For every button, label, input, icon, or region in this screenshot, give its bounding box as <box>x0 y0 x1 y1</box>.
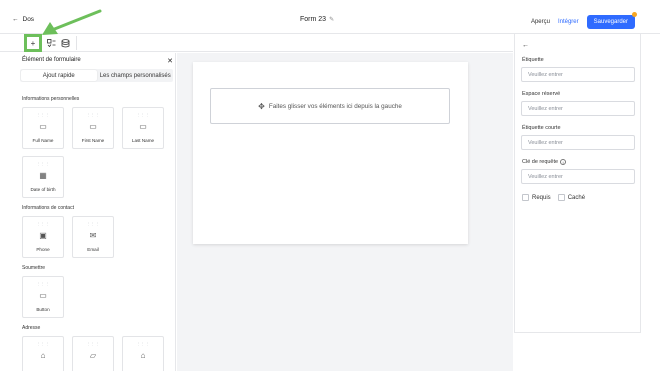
embed-link[interactable]: Intégrer <box>558 19 579 25</box>
tab-quick-add[interactable]: Ajout rapide <box>21 70 97 81</box>
save-button[interactable]: Sauvegarder <box>586 12 637 29</box>
panel-title: Élément de formulaire <box>22 57 81 63</box>
required-checkbox[interactable]: Requis <box>522 194 551 201</box>
drag-handle-icon: ⋮⋮⋮ <box>36 161 50 166</box>
form-title-text: Form 23 <box>300 16 327 23</box>
form-element-panel: Élément de formulaire ✕ Ajout rapide Les… <box>17 53 176 371</box>
checkbox-icon <box>557 194 565 201</box>
drag-handle-icon: ⋮⋮⋮ <box>86 112 100 117</box>
green-arrow-annotation <box>42 9 102 35</box>
drag-handle-icon: ⋮⋮⋮ <box>36 112 50 117</box>
name-field-icon: ▭ <box>139 122 147 131</box>
properties-panel: ← Étiquette Veuillez entrer Espace réser… <box>514 34 641 333</box>
element-full-name[interactable]: ⋮⋮⋮ ▭ Full Name <box>22 107 64 149</box>
email-icon: ✉ <box>89 231 97 240</box>
database-icon <box>61 38 69 47</box>
notification-dot <box>632 12 637 17</box>
short-label-field-label: Étiquette courte <box>522 125 561 131</box>
section-title: Informations personnelles <box>22 96 80 102</box>
building-icon: ⌂ <box>140 351 146 360</box>
hidden-label: Caché <box>567 194 586 201</box>
drag-handle-icon: ⋮⋮⋮ <box>136 341 150 346</box>
placeholder-field-label: Espace réservé <box>522 91 561 97</box>
required-label: Requis <box>532 194 551 201</box>
element-phone[interactable]: ⋮⋮⋮ ▣ Phone <box>22 216 64 258</box>
calendar-icon: ▦ <box>39 171 47 180</box>
element-first-name[interactable]: ⋮⋮⋮ ▭ First Name <box>72 107 114 149</box>
section-title: Informations de contact <box>22 205 74 211</box>
toolbar-divider <box>76 36 77 50</box>
plus-icon: + <box>30 38 36 48</box>
drop-zone-text: Faites glisser vos éléments ici depuis l… <box>268 102 402 110</box>
back-label: Dos <box>22 16 35 23</box>
info-icon[interactable]: i <box>560 159 567 165</box>
form-page: ✥ Faites glisser vos éléments ici depuis… <box>193 62 468 244</box>
drag-handle-icon: ⋮⋮⋮ <box>36 341 50 346</box>
preview-link[interactable]: Aperçu <box>531 19 550 25</box>
element-last-name[interactable]: ⋮⋮⋮ ▭ Last Name <box>122 107 164 149</box>
placeholder-input[interactable]: Veuillez entrer <box>521 101 635 116</box>
form-canvas: ✥ Faites glisser vos éléments ici depuis… <box>177 53 513 371</box>
element-date-of-birth[interactable]: ⋮⋮⋮ ▦ Date of birth <box>22 156 64 198</box>
short-label-input[interactable]: Veuillez entrer <box>521 135 635 150</box>
section-title: Soumettre <box>22 265 46 271</box>
label-field-label: Étiquette <box>522 57 544 63</box>
fields-icon <box>46 38 55 47</box>
pencil-icon[interactable]: ✎ <box>329 16 334 23</box>
section-title: Adresse <box>22 325 41 331</box>
name-field-icon: ▭ <box>39 122 47 131</box>
form-title[interactable]: Form 23 ✎ <box>300 16 334 23</box>
element-email[interactable]: ⋮⋮⋮ ✉ Email <box>72 216 114 258</box>
panel-tabs: Ajout rapide Les champs personnalisés <box>20 69 173 82</box>
map-icon: ⏥ <box>89 351 97 360</box>
drag-handle-icon: ⋮⋮⋮ <box>36 281 50 286</box>
label-input[interactable]: Veuillez entrer <box>521 67 635 82</box>
hidden-checkbox[interactable]: Caché <box>557 194 586 201</box>
checkbox-icon <box>522 194 529 201</box>
button-icon: ▭ <box>39 291 47 300</box>
arrow-left-icon: ← <box>12 16 19 23</box>
save-button-label: Sauvegarder <box>593 19 628 25</box>
close-icon[interactable]: ✕ <box>167 57 173 65</box>
back-button[interactable]: ← Dos <box>12 16 34 23</box>
arrow-left-icon[interactable]: ← <box>522 42 529 49</box>
drag-handle-icon: ⋮⋮⋮ <box>86 221 100 226</box>
drag-handle-icon: ⋮⋮⋮ <box>136 112 150 117</box>
element-address-2[interactable]: ⋮⋮⋮ ⏥ <box>72 336 114 371</box>
element-address-1[interactable]: ⋮⋮⋮ ⌂ <box>22 336 64 371</box>
query-key-field-label: Clé de requête i <box>522 159 567 165</box>
name-field-icon: ▭ <box>89 122 97 131</box>
tab-custom-fields[interactable]: Les champs personnalisés <box>98 69 174 82</box>
location-icon: ⌂ <box>40 351 46 360</box>
drag-handle-icon: ⋮⋮⋮ <box>86 341 100 346</box>
element-address-3[interactable]: ⋮⋮⋮ ⌂ <box>122 336 164 371</box>
element-button[interactable]: ⋮⋮⋮ ▭ Button <box>22 276 64 318</box>
move-icon: ✥ <box>258 101 265 111</box>
query-key-input[interactable]: Veuillez entrer <box>521 169 635 184</box>
drop-zone[interactable]: ✥ Faites glisser vos éléments ici depuis… <box>210 88 450 124</box>
phone-icon: ▣ <box>39 231 47 240</box>
drag-handle-icon: ⋮⋮⋮ <box>36 221 50 226</box>
